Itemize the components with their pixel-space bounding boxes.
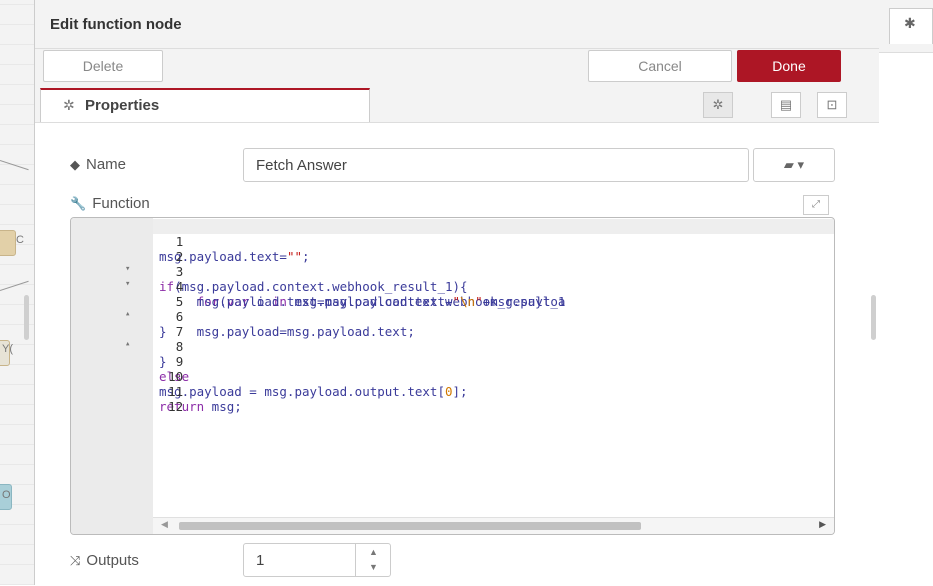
line-number: 10 bbox=[168, 369, 184, 384]
line-number: 5 bbox=[175, 294, 184, 309]
spinner-down-icon[interactable]: ▼ bbox=[356, 560, 391, 575]
done-button[interactable]: Done bbox=[737, 50, 841, 82]
chevron-down-icon: ▾ bbox=[797, 157, 805, 172]
line-number: 9 bbox=[175, 354, 184, 369]
code-line: 1 msg.payload.text=""; bbox=[71, 219, 310, 264]
canvas-node-label: C bbox=[16, 234, 24, 246]
tray-header: Edit function node bbox=[35, 0, 879, 49]
code-line: 11 return msg; bbox=[71, 369, 242, 414]
scroll-left-icon[interactable]: ◀ bbox=[161, 519, 168, 530]
code-line: 3 ▾ for(var i in msg.payload.context.web… bbox=[125, 264, 566, 309]
name-label: Name bbox=[86, 156, 127, 173]
shuffle-icon: ⤨ bbox=[70, 553, 81, 568]
code-line: 8 bbox=[71, 324, 184, 354]
right-sidebar: ✱ bbox=[879, 0, 933, 585]
active-line-highlight bbox=[153, 219, 834, 234]
code-line: 5 ▴ } bbox=[125, 294, 184, 339]
scrollbar-thumb[interactable] bbox=[179, 522, 641, 530]
gear-icon: ✲ bbox=[712, 97, 724, 112]
outputs-label-group: ⤨ Outputs bbox=[70, 552, 139, 569]
tray-title: Edit function node bbox=[50, 16, 182, 33]
appearance-icon: ⊡ bbox=[826, 97, 838, 112]
spinner-up-icon[interactable]: ▲ bbox=[356, 545, 391, 560]
description-tab-button[interactable]: ▤ bbox=[771, 92, 801, 118]
code-line: 12 bbox=[71, 384, 183, 414]
code-line: 2 ▾ if(msg.payload.context.webhook_resul… bbox=[125, 249, 468, 294]
line-number: 8 bbox=[175, 339, 184, 354]
name-label-group: ◆ Name bbox=[70, 156, 126, 173]
tab-row: ✲ Properties ✲ ▤ ⊡ bbox=[35, 88, 879, 123]
line-number: 3 bbox=[175, 264, 184, 279]
canvas-node-label: O bbox=[2, 489, 11, 501]
line-number: 12 bbox=[168, 399, 184, 414]
delete-button[interactable]: Delete bbox=[43, 50, 163, 82]
book-icon: ▰ bbox=[783, 157, 794, 172]
wrench-icon: 🔧 bbox=[70, 196, 87, 211]
appearance-tab-button[interactable]: ⊡ bbox=[817, 92, 847, 118]
bug-icon: ✱ bbox=[904, 15, 916, 31]
line-number: 6 bbox=[175, 309, 184, 324]
settings-tab-button[interactable]: ✲ bbox=[703, 92, 733, 118]
tab-properties-label: Properties bbox=[85, 97, 160, 114]
function-label-group: 🔧 Function bbox=[70, 195, 150, 212]
code-line: 10 msg.payload = msg.payload.output.text… bbox=[71, 354, 468, 399]
sidebar-tab-bar: ✱ bbox=[879, 0, 933, 53]
scroll-right-icon[interactable]: ▶ bbox=[819, 519, 826, 530]
line-number: 4 bbox=[175, 279, 184, 294]
outputs-label: Outputs bbox=[86, 552, 139, 569]
line-number: 2 bbox=[175, 249, 184, 264]
line-number: 1 bbox=[175, 234, 184, 249]
icon-select-button[interactable]: ▰ ▾ bbox=[753, 148, 835, 182]
code-line: 6 msg.payload=msg.payload.text; bbox=[71, 294, 415, 339]
line-number: 7 bbox=[175, 324, 184, 339]
edit-tray: Edit function node Delete Cancel Done ✲ … bbox=[34, 0, 880, 586]
flow-canvas[interactable]: C Y( O bbox=[0, 0, 35, 585]
line-number: 11 bbox=[168, 384, 184, 399]
flow-wire bbox=[0, 160, 29, 171]
expand-editor-button[interactable]: ⤢ bbox=[803, 195, 829, 215]
cancel-button[interactable]: Cancel bbox=[588, 50, 732, 82]
description-icon: ▤ bbox=[779, 97, 793, 112]
properties-panel: ◆ Name Fetch Answer ▰ ▾ 🔧 Function ⤢ 1 msg… bbox=[35, 122, 879, 586]
name-input[interactable]: Fetch Answer bbox=[243, 148, 749, 182]
outputs-spinner[interactable]: ▲ ▼ bbox=[355, 543, 391, 577]
expand-icon: ⤢ bbox=[812, 199, 820, 210]
flow-wire bbox=[0, 280, 29, 291]
tray-scrollbar[interactable] bbox=[871, 295, 876, 340]
code-editor[interactable]: 1 msg.payload.text=""; 2 ▾ if(msg.payloa… bbox=[70, 217, 835, 535]
gear-icon: ✲ bbox=[63, 97, 75, 113]
function-label: Function bbox=[92, 195, 150, 212]
canvas-scrollbar[interactable] bbox=[24, 295, 29, 340]
tab-debug[interactable]: ✱ bbox=[889, 8, 933, 44]
canvas-node-label: Y( bbox=[2, 343, 13, 355]
tab-properties[interactable]: ✲ Properties bbox=[40, 88, 370, 122]
code-line: 7 ▴ } bbox=[125, 324, 184, 369]
flow-node[interactable] bbox=[0, 230, 16, 256]
code-line: 9 else bbox=[71, 339, 189, 384]
code-line: 4 msg.payload.text=msg.payload.text+"\n"… bbox=[71, 264, 566, 309]
horizontal-scrollbar[interactable]: ◀ ▶ bbox=[153, 517, 834, 534]
tag-icon: ◆ bbox=[70, 157, 80, 172]
